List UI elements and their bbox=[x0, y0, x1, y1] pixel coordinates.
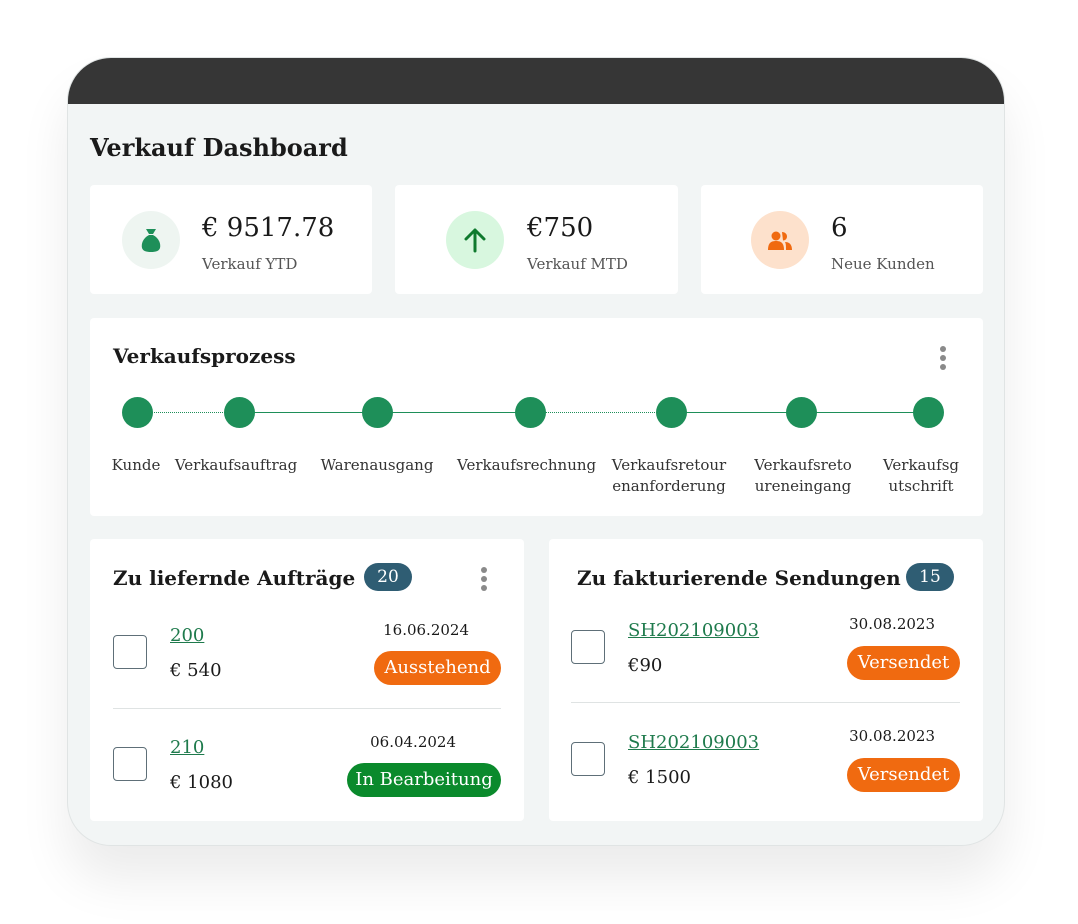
shipment-id-link[interactable]: SH202109003 bbox=[628, 620, 759, 641]
shipments-count-badge: 15 bbox=[906, 563, 954, 591]
kpi-card-new-customers: 6 Neue Kunden bbox=[701, 185, 983, 294]
process-connector bbox=[801, 412, 928, 413]
row-checkbox[interactable] bbox=[571, 630, 605, 664]
table-row: 200 € 540 16.06.2024 Ausstehend bbox=[90, 597, 524, 709]
shipment-amount: €90 bbox=[628, 655, 663, 676]
process-title: Verkaufsprozess bbox=[113, 344, 296, 368]
status-badge: Versendet bbox=[847, 758, 960, 792]
process-step-label[interactable]: Verkaufsreto ureneingang bbox=[738, 455, 868, 497]
kpi-card-sales-mtd: €750 Verkauf MTD bbox=[395, 185, 678, 294]
status-badge: Versendet bbox=[847, 646, 960, 680]
sales-process-card: Verkaufsprozess Kunde Verkaufsauftrag Wa… bbox=[90, 318, 983, 516]
process-step-label[interactable]: Verkaufsg utschrift bbox=[856, 455, 986, 497]
status-badge: Ausstehend bbox=[374, 651, 501, 685]
process-connector bbox=[671, 412, 801, 413]
process-step-label[interactable]: Verkaufsrechnung bbox=[457, 455, 596, 476]
process-step-dot[interactable] bbox=[515, 397, 546, 428]
kpi-value: € 9517.78 bbox=[202, 213, 335, 243]
row-checkbox[interactable] bbox=[571, 742, 605, 776]
order-id-link[interactable]: 210 bbox=[170, 737, 204, 758]
orders-count-badge: 20 bbox=[364, 563, 412, 591]
order-amount: € 1080 bbox=[170, 772, 233, 793]
order-date: 16.06.2024 bbox=[383, 621, 469, 639]
users-icon bbox=[751, 211, 809, 269]
process-connector bbox=[377, 412, 530, 413]
dashboard-window: Verkauf Dashboard € 9517.78 Verkauf YTD … bbox=[67, 57, 1005, 846]
order-id-link[interactable]: 200 bbox=[170, 625, 204, 646]
process-step-dot[interactable] bbox=[224, 397, 255, 428]
shipment-date: 30.08.2023 bbox=[849, 615, 935, 633]
top-bar bbox=[68, 58, 1004, 104]
kpi-card-sales-ytd: € 9517.78 Verkauf YTD bbox=[90, 185, 372, 294]
kpi-label: Neue Kunden bbox=[831, 255, 935, 273]
money-bag-icon bbox=[122, 211, 180, 269]
row-checkbox[interactable] bbox=[113, 635, 147, 669]
process-step-dot[interactable] bbox=[786, 397, 817, 428]
process-connector bbox=[530, 412, 671, 413]
page-title: Verkauf Dashboard bbox=[90, 133, 348, 162]
orders-to-deliver-card: Zu liefernde Aufträge 20 200 € 540 16.06… bbox=[90, 539, 524, 821]
status-badge: In Bearbeitung bbox=[347, 763, 501, 797]
order-date: 06.04.2024 bbox=[370, 733, 456, 751]
kpi-label: Verkauf YTD bbox=[202, 255, 298, 273]
table-row: SH202109003 €90 30.08.2023 Versendet bbox=[549, 591, 983, 703]
process-step-label[interactable]: Verkaufsretour enanforderung bbox=[604, 455, 734, 497]
kpi-value: €750 bbox=[527, 213, 594, 243]
process-step-label[interactable]: Verkaufsauftrag bbox=[171, 455, 301, 476]
more-options-icon[interactable] bbox=[938, 346, 948, 370]
shipments-title: Zu fakturierende Sendungen bbox=[577, 566, 901, 590]
shipment-date: 30.08.2023 bbox=[849, 727, 935, 745]
process-step-dot[interactable] bbox=[913, 397, 944, 428]
arrow-up-icon bbox=[446, 211, 504, 269]
process-connector bbox=[239, 412, 377, 413]
table-row: 210 € 1080 06.04.2024 In Bearbeitung bbox=[90, 709, 524, 821]
shipments-to-invoice-card: Zu fakturierende Sendungen 15 SH20210900… bbox=[549, 539, 983, 821]
kpi-label: Verkauf MTD bbox=[527, 255, 628, 273]
more-options-icon[interactable] bbox=[479, 567, 489, 591]
orders-title: Zu liefernde Aufträge bbox=[113, 566, 356, 590]
process-step-dot[interactable] bbox=[656, 397, 687, 428]
order-amount: € 540 bbox=[170, 660, 222, 681]
row-checkbox[interactable] bbox=[113, 747, 147, 781]
kpi-value: 6 bbox=[831, 213, 848, 243]
table-row: SH202109003 € 1500 30.08.2023 Versendet bbox=[549, 703, 983, 815]
process-step-label[interactable]: Warenausgang bbox=[312, 455, 442, 476]
shipment-id-link[interactable]: SH202109003 bbox=[628, 732, 759, 753]
process-step-dot[interactable] bbox=[362, 397, 393, 428]
process-step-dot[interactable] bbox=[122, 397, 153, 428]
shipment-amount: € 1500 bbox=[628, 767, 691, 788]
